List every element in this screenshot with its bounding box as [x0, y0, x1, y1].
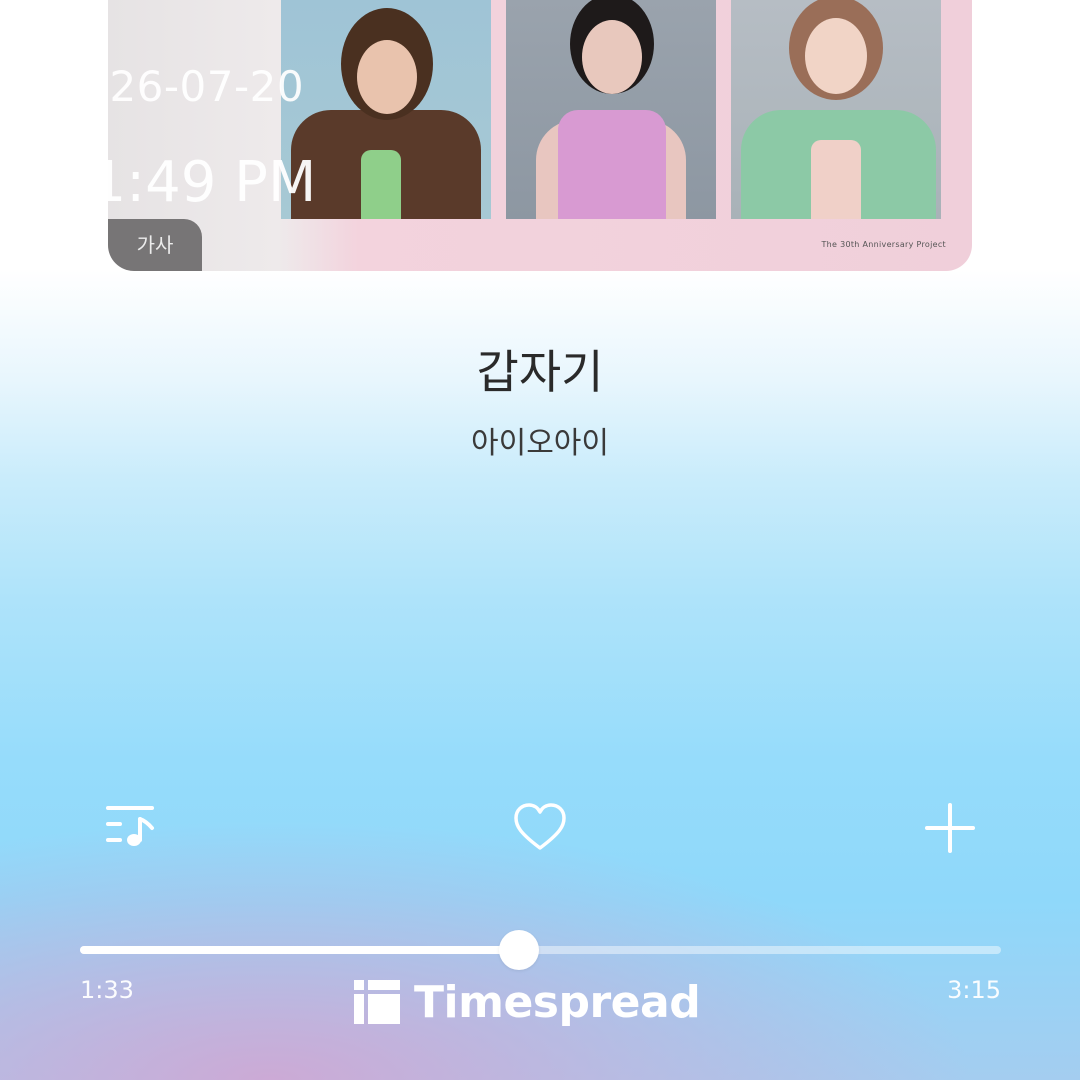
song-title: 갑자기 — [476, 345, 604, 399]
plus-icon — [925, 803, 975, 853]
watermark-text: Timespread — [414, 976, 701, 1028]
watermark: Timespread — [354, 974, 701, 1030]
status-time: 11:49 PM — [55, 150, 317, 215]
status-date: 2026-07-20 — [55, 62, 305, 111]
timespread-logo-icon — [354, 980, 400, 1024]
heart-outline-icon — [514, 803, 566, 850]
total-time: 3:15 — [947, 976, 1001, 1004]
album-art[interactable]: The 30th Anniversary Project 가사 — [108, 0, 972, 271]
progress-slider[interactable] — [80, 930, 1001, 970]
album-photo-member-3 — [731, 0, 941, 219]
album-photo-member-2 — [506, 0, 716, 219]
like-button[interactable] — [510, 800, 570, 856]
elapsed-time: 1:33 — [80, 976, 134, 1004]
lyrics-button[interactable]: 가사 — [108, 219, 202, 271]
progress-fill — [80, 946, 520, 954]
album-caption: The 30th Anniversary Project — [821, 240, 946, 249]
add-button[interactable] — [920, 800, 980, 856]
song-artist[interactable]: 아이오아이 — [0, 418, 1080, 462]
playlist-button[interactable] — [102, 800, 162, 856]
progress-thumb[interactable] — [499, 930, 540, 970]
playlist-music-icon — [106, 806, 154, 846]
